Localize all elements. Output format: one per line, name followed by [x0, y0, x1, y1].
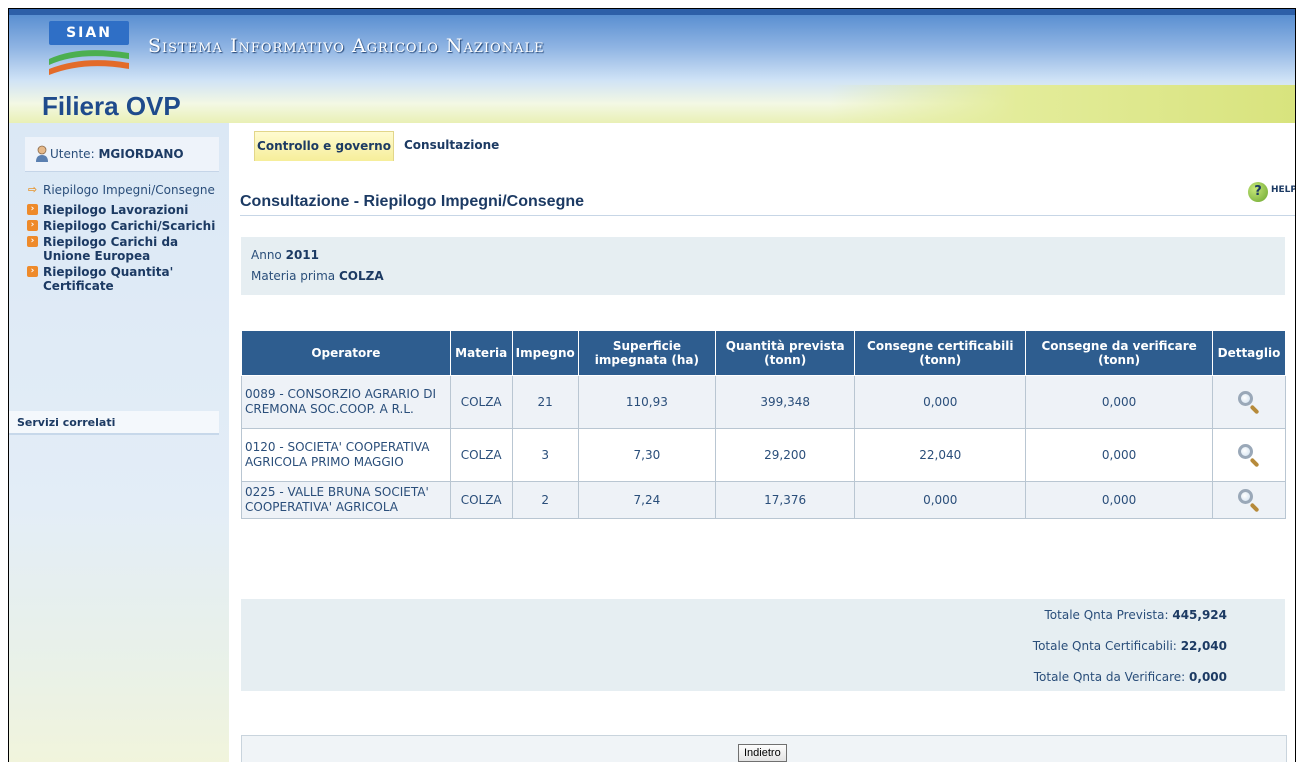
help-label: HELP — [1271, 185, 1296, 195]
system-name: Sistema Informativo Agricolo Nazionale — [148, 35, 545, 57]
cell-materia: COLZA — [449, 481, 513, 519]
sian-logo: SIAN — [49, 21, 129, 81]
cell-superficie: 110,93 — [577, 375, 717, 429]
column-header: Dettaglio — [1211, 330, 1287, 376]
user-info: Utente: MGIORDANO — [50, 147, 184, 161]
sian-logo-text: SIAN — [49, 21, 129, 45]
cell-materia: COLZA — [449, 428, 513, 482]
column-header: Impegno — [511, 330, 579, 376]
anno-label: Anno — [251, 248, 282, 262]
main-content: Controllo e governo Consultazione Consul… — [229, 123, 1296, 762]
total-verificare-value: 0,000 — [1189, 670, 1227, 684]
cell-quantita: 399,348 — [715, 375, 856, 429]
column-header: Superficie impegnata (ha) — [577, 330, 717, 376]
sidebar-item-riepilogo-quantita-certificate[interactable]: › Riepilogo Quantita' Certificate — [27, 265, 227, 293]
cell-materia: COLZA — [449, 375, 513, 429]
button-bar: Indietro — [241, 735, 1287, 762]
materia-label: Materia prima — [251, 269, 336, 283]
table-row: 0089 - CONSORZIO AGRARIO DI CREMONA SOC.… — [241, 375, 1287, 429]
column-header: Consegne certificabili (tonn) — [854, 330, 1027, 376]
total-certificabili: Totale Qnta Certificabili: 22,040 — [1033, 639, 1227, 653]
header-wheat-decoration — [829, 85, 1295, 123]
total-prevista-label: Totale Qnta Prevista: — [1044, 608, 1169, 622]
related-services-header[interactable]: Servizi correlati — [9, 411, 219, 435]
total-prevista: Totale Qnta Prevista: 445,924 — [1045, 608, 1228, 622]
cell-dettaglio — [1211, 428, 1287, 482]
arrow-icon: › — [27, 266, 38, 277]
sidebar: Utente: MGIORDANO ⇨ Riepilogo Impegni/Co… — [9, 123, 229, 762]
user-icon — [36, 145, 48, 162]
sidebar-item-riepilogo-carichi-scarichi[interactable]: › Riepilogo Carichi/Scarichi — [27, 219, 227, 233]
total-certificabili-label: Totale Qnta Certificabili: — [1032, 639, 1177, 653]
sidebar-item-riepilogo-impegni[interactable]: ⇨ Riepilogo Impegni/Consegne — [27, 183, 227, 197]
cell-da-verificare: 0,000 — [1025, 428, 1213, 482]
anno-line: Anno 2011 — [251, 248, 319, 262]
sian-logo-waves-icon — [49, 50, 129, 75]
info-panel: Anno 2011 Materia prima COLZA — [241, 237, 1285, 295]
cell-da-verificare: 0,000 — [1025, 481, 1213, 519]
cell-operatore: 0089 - CONSORZIO AGRARIO DI CREMONA SOC.… — [241, 375, 451, 429]
sidebar-item-riepilogo-carichi-ue[interactable]: › Riepilogo Carichi da Unione Europea — [27, 235, 227, 263]
cell-certificabili: 0,000 — [854, 375, 1027, 429]
cell-impegno: 21 — [511, 375, 579, 429]
user-box: Utente: MGIORDANO — [25, 137, 219, 172]
cell-superficie: 7,24 — [577, 481, 717, 519]
cell-impegno: 2 — [511, 481, 579, 519]
total-verificare-label: Totale Qnta da Verificare: — [1033, 670, 1186, 684]
tab-controllo-e-governo[interactable]: Controllo e governo — [254, 131, 394, 161]
page-title: Consultazione - Riepilogo Impegni/Conseg… — [240, 193, 585, 210]
sidebar-item-label: Riepilogo Impegni/Consegne — [43, 183, 215, 197]
magnifier-icon[interactable] — [1236, 487, 1262, 513]
cell-quantita: 17,376 — [715, 481, 856, 519]
arrow-icon: › — [27, 220, 38, 231]
tab-consultazione[interactable]: Consultazione — [404, 131, 499, 161]
title-divider — [240, 215, 1295, 216]
total-certificabili-value: 22,040 — [1180, 639, 1227, 653]
cell-certificabili: 22,040 — [854, 428, 1027, 482]
results-table: Operatore Materia Impegno Superficie imp… — [241, 330, 1287, 519]
sidebar-menu: ⇨ Riepilogo Impegni/Consegne › Riepilogo… — [27, 183, 227, 295]
cell-superficie: 7,30 — [577, 428, 717, 482]
column-header: Consegne da verificare (tonn) — [1025, 330, 1213, 376]
sidebar-item-riepilogo-lavorazioni[interactable]: › Riepilogo Lavorazioni — [27, 203, 227, 217]
total-prevista-value: 445,924 — [1172, 608, 1227, 622]
arrow-icon: › — [27, 204, 38, 215]
cell-impegno: 3 — [511, 428, 579, 482]
materia-value: COLZA — [339, 269, 384, 283]
total-verificare: Totale Qnta da Verificare: 0,000 — [1034, 670, 1227, 684]
cell-operatore: 0225 - VALLE BRUNA SOCIETA' COOPERATIVA'… — [241, 481, 451, 519]
arrow-icon: › — [27, 236, 38, 247]
column-header: Operatore — [241, 330, 451, 376]
cell-operatore: 0120 - SOCIETA' COOPERATIVA AGRICOLA PRI… — [241, 428, 451, 482]
help-icon: ? — [1248, 182, 1268, 202]
sidebar-item-label: Riepilogo Lavorazioni — [43, 203, 189, 217]
table-row: 0120 - SOCIETA' COOPERATIVA AGRICOLA PRI… — [241, 428, 1287, 482]
cell-da-verificare: 0,000 — [1025, 375, 1213, 429]
cell-dettaglio — [1211, 375, 1287, 429]
totals-panel: Totale Qnta Prevista: 445,924 Totale Qnt… — [241, 599, 1285, 691]
materia-line: Materia prima COLZA — [251, 269, 384, 283]
anno-value: 2011 — [285, 248, 319, 262]
cell-certificabili: 0,000 — [854, 481, 1027, 519]
arrow-icon: ⇨ — [27, 183, 38, 196]
table-row: 0225 - VALLE BRUNA SOCIETA' COOPERATIVA'… — [241, 481, 1287, 519]
column-header: Quantità prevista (tonn) — [715, 330, 856, 376]
cell-quantita: 29,200 — [715, 428, 856, 482]
back-button[interactable]: Indietro — [738, 744, 787, 762]
user-label: Utente: — [50, 147, 95, 161]
app-title: Filiera OVP — [42, 91, 181, 121]
sidebar-item-label: Riepilogo Quantita' Certificate — [43, 265, 174, 293]
app-frame: SIAN Sistema Informativo Agricolo Nazion… — [8, 8, 1296, 762]
cell-dettaglio — [1211, 481, 1287, 519]
sidebar-item-label: Riepilogo Carichi/Scarichi — [43, 219, 216, 233]
sidebar-item-label: Riepilogo Carichi da Unione Europea — [43, 235, 179, 263]
table-header-row: Operatore Materia Impegno Superficie imp… — [241, 330, 1287, 376]
header-banner: SIAN Sistema Informativo Agricolo Nazion… — [9, 15, 1295, 123]
user-name: MGIORDANO — [98, 147, 184, 161]
magnifier-icon[interactable] — [1236, 389, 1262, 415]
column-header: Materia — [449, 330, 513, 376]
magnifier-icon[interactable] — [1236, 442, 1262, 468]
